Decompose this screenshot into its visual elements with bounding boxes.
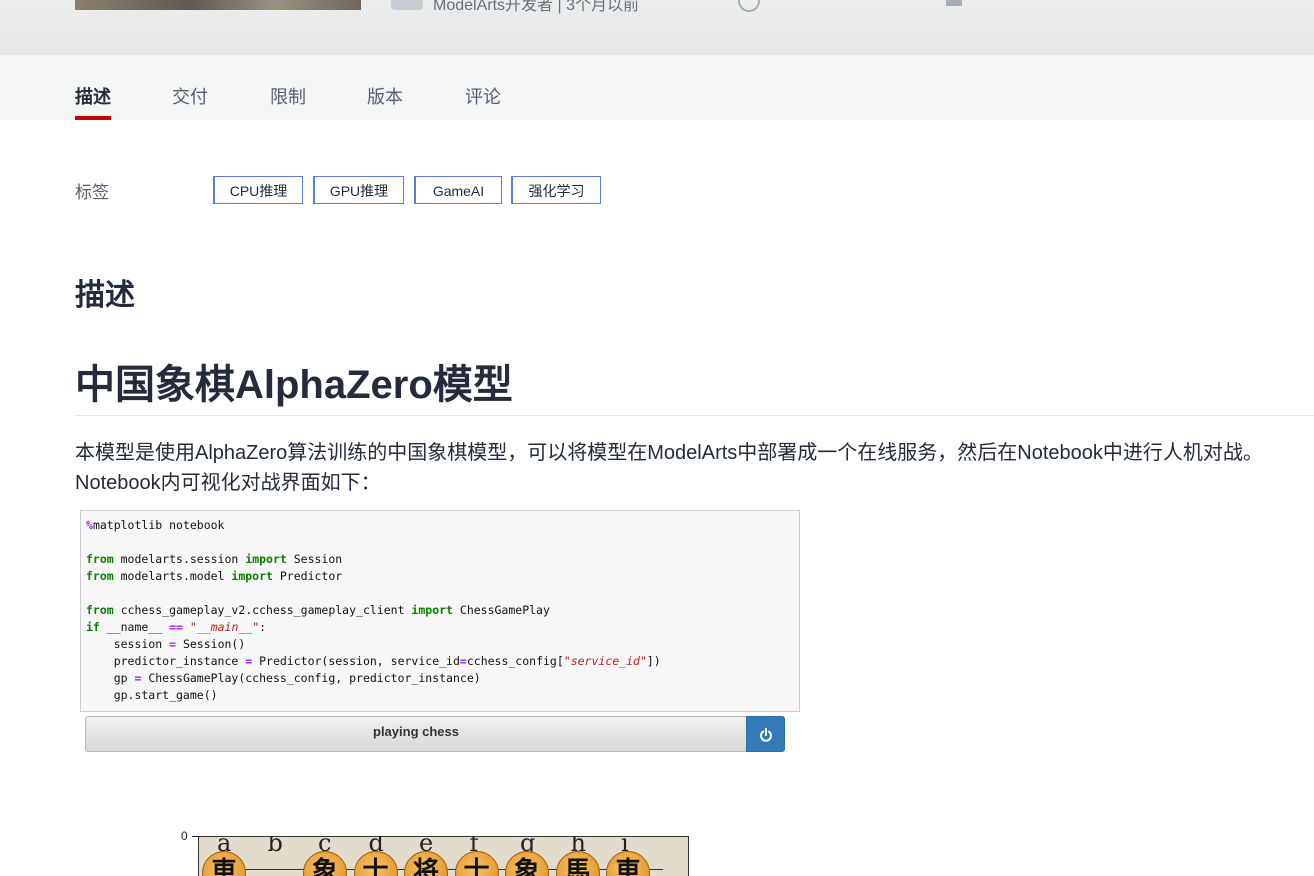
article-paragraph: 本模型是使用AlphaZero算法训练的中国象棋模型，可以将模型在ModelAr… <box>75 442 1263 494</box>
author-meta: ModelArts开发者 | 3个月以前 <box>433 0 639 14</box>
top-banner: ModelArts开发者 | 3个月以前 <box>0 0 1314 55</box>
code-block: %matplotlib notebook from modelarts.sess… <box>86 518 661 702</box>
detail-tabs: 描述 交付 限制 版本 评论 <box>0 55 1314 120</box>
playing-chess-button[interactable]: playing chess <box>85 716 747 752</box>
tag-gameai[interactable]: GameAI <box>414 176 502 204</box>
chess-piece[interactable]: 士 <box>353 851 398 876</box>
tab-versions[interactable]: 版本 <box>367 83 403 109</box>
chess-piece[interactable]: 車 <box>606 851 650 876</box>
board-file-label: b <box>267 836 283 857</box>
chess-piece[interactable]: 士 <box>454 851 499 876</box>
chess-piece[interactable]: 車 <box>202 851 246 876</box>
chess-piece[interactable]: 象 <box>505 851 549 876</box>
tab-description[interactable]: 描述 <box>75 83 111 120</box>
author-avatar <box>391 0 423 10</box>
section-heading: 描述 <box>75 279 135 312</box>
tab-comments[interactable]: 评论 <box>465 83 501 109</box>
chess-piece[interactable]: 馬 <box>555 851 600 876</box>
axis-zero-label: 0 <box>181 829 188 843</box>
tag-cpu-inference[interactable]: CPU推理 <box>213 176 303 204</box>
model-thumbnail[interactable] <box>75 0 361 10</box>
power-button[interactable] <box>746 716 785 752</box>
tags-label: 标签 <box>75 183 109 202</box>
title-divider <box>75 415 1314 416</box>
power-icon <box>760 728 772 742</box>
article-title: 中国象棋AlphaZero模型 <box>75 363 513 407</box>
chess-board: abcdefghi車象士将士象馬車 <box>198 836 689 876</box>
tag-reinforcement-learning[interactable]: 强化学习 <box>511 176 601 204</box>
tag-gpu-inference[interactable]: GPU推理 <box>313 176 404 204</box>
tab-delivery[interactable]: 交付 <box>172 83 208 109</box>
chess-piece[interactable]: 将 <box>404 851 448 876</box>
star-icon <box>946 0 962 6</box>
download-icon <box>738 0 760 12</box>
chess-piece[interactable]: 象 <box>303 851 347 876</box>
notebook-code-cell: %matplotlib notebook from modelarts.sess… <box>80 510 800 712</box>
tab-restrictions[interactable]: 限制 <box>270 83 306 109</box>
